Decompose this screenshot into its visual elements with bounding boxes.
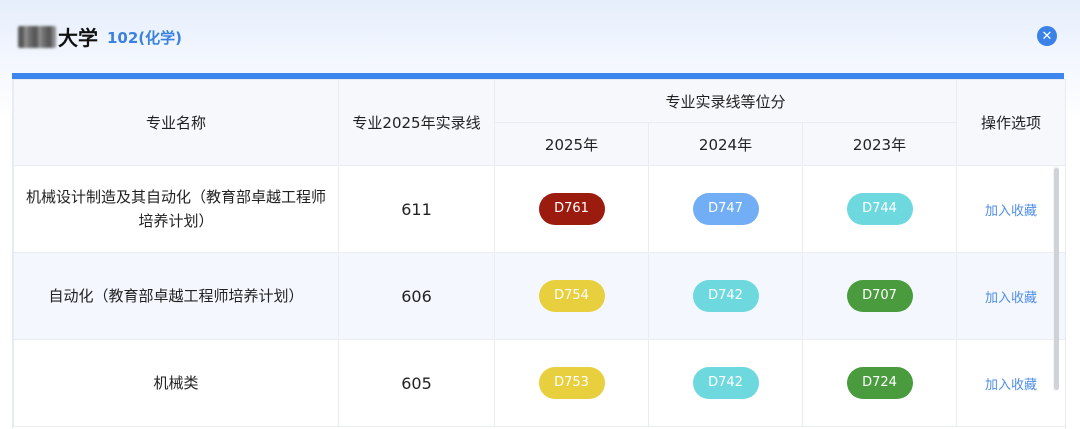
- add-favorite-link[interactable]: 加入收藏: [985, 378, 1037, 393]
- rank-pill-2023: D724: [846, 367, 913, 399]
- school-title: 大学: [58, 26, 98, 50]
- blurred-school-name: [18, 26, 56, 48]
- rank-pill-2024: D747: [692, 193, 759, 225]
- table-row: 机械类 605 D753 D742 D724 加入收藏: [13, 339, 1065, 427]
- scrollbar-thumb[interactable]: [1054, 168, 1059, 390]
- add-favorite-link[interactable]: 加入收藏: [985, 291, 1037, 306]
- table-row: 自动化（教育部卓越工程师培养计划） 606 D754 D742 D707 加入收…: [13, 252, 1065, 340]
- header-equivalent-score: 专业实录线等位分: [493, 79, 958, 123]
- table-row: 机械设计制造及其自动化（教育部卓越工程师培养计划） 611 D761 D747 …: [13, 165, 1065, 253]
- header-year-2024: 2024年: [648, 122, 803, 166]
- add-favorite-link[interactable]: 加入收藏: [985, 204, 1037, 219]
- score-2025: 606: [338, 252, 495, 340]
- score-2025: 611: [338, 165, 495, 253]
- rank-pill-2023: D744: [846, 193, 913, 225]
- score-2025: 605: [338, 339, 495, 427]
- rank-pill-2025: D761: [538, 193, 605, 225]
- major-name: 机械设计制造及其自动化（教育部卓越工程师培养计划）: [13, 165, 339, 253]
- scores-table: 专业名称 专业2025年实录线 专业实录线等位分 操作选项 2025年 2024…: [13, 79, 1065, 427]
- dialog-header: 大学 102(化学) ✕: [0, 0, 1080, 74]
- header-year-2023: 2023年: [801, 122, 958, 166]
- header-2025-line: 专业2025年实录线: [338, 79, 495, 166]
- rank-pill-2025: D753: [538, 367, 605, 399]
- rank-pill-2025: D754: [538, 280, 605, 312]
- header-year-2025: 2025年: [494, 122, 649, 166]
- close-icon[interactable]: ✕: [1037, 26, 1057, 46]
- major-name: 机械类: [13, 339, 339, 427]
- major-name: 自动化（教育部卓越工程师培养计划）: [13, 252, 339, 340]
- subject-code: 102(化学): [107, 29, 183, 47]
- scores-table-container: 专业名称 专业2025年实录线 专业实录线等位分 操作选项 2025年 2024…: [12, 79, 1066, 429]
- rank-pill-2024: D742: [692, 367, 759, 399]
- header-major-name: 专业名称: [13, 79, 339, 166]
- rank-pill-2023: D707: [846, 280, 913, 312]
- rank-pill-2024: D742: [692, 280, 759, 312]
- header-actions: 操作选项: [956, 79, 1065, 166]
